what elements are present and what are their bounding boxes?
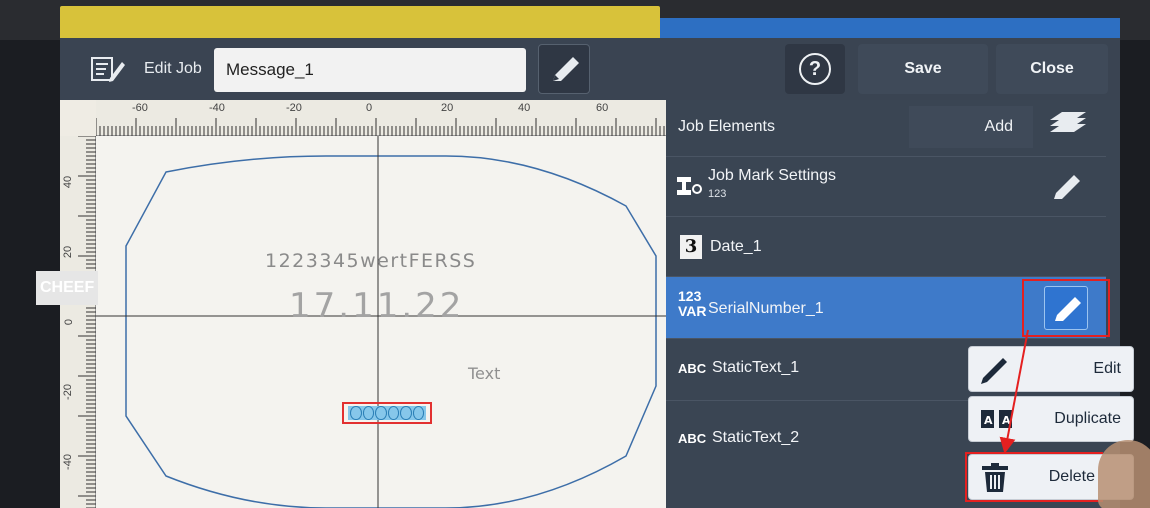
duplicate-icon: A A bbox=[979, 404, 1012, 436]
ruler-tick-label: -20 bbox=[286, 102, 302, 114]
svg-text:A: A bbox=[1002, 414, 1011, 427]
ruler-tick-label: 40 bbox=[518, 102, 531, 114]
badge-top: 123 bbox=[678, 288, 702, 304]
ruler-tick-label: 40 bbox=[62, 175, 75, 189]
add-element-button[interactable]: Add bbox=[909, 106, 1033, 148]
user-finger bbox=[1098, 440, 1150, 508]
help-icon: ? bbox=[799, 53, 831, 85]
ruler-tick-label: -40 bbox=[209, 102, 225, 114]
date-type-badge: 3 bbox=[680, 235, 702, 259]
screen: Edit Job Message_1 ? Save Close -60 -40 … bbox=[60, 38, 1120, 508]
device-yellow-strip bbox=[60, 6, 660, 40]
list-item-label: StaticText_1 bbox=[712, 359, 800, 376]
save-button[interactable]: Save bbox=[858, 44, 988, 94]
list-item-label: SerialNumber_1 bbox=[708, 300, 824, 317]
job-canvas: -60 -40 -20 0 20 40 60 40 20 0 -20 -40 1… bbox=[60, 100, 666, 508]
canvas-text-field[interactable]: 1223345wertFERSS bbox=[265, 250, 476, 272]
context-duplicate-label: Duplicate bbox=[1054, 410, 1121, 427]
header-bar: Edit Job Message_1 ? Save Close bbox=[60, 38, 1120, 100]
ruler-tick-label: -60 bbox=[132, 102, 148, 114]
ruler-tick-label: 20 bbox=[62, 245, 75, 259]
list-item-label: Job Mark Settings bbox=[708, 167, 837, 184]
ruler-tick-label: 0 bbox=[63, 318, 76, 326]
edit-element-button[interactable] bbox=[1044, 165, 1088, 209]
panel-header: Job Elements Add bbox=[666, 100, 1120, 156]
ruler-vertical: 40 20 0 -20 -40 bbox=[60, 136, 96, 508]
edit-job-icon bbox=[90, 54, 126, 84]
pencil-icon bbox=[1044, 175, 1088, 213]
layers-button[interactable] bbox=[1040, 106, 1096, 148]
rename-job-button[interactable] bbox=[538, 44, 590, 94]
context-edit-button[interactable]: Edit bbox=[968, 346, 1134, 392]
job-name-input[interactable]: Message_1 bbox=[214, 48, 526, 92]
serial-type-badge: 123 VAR bbox=[678, 289, 707, 319]
print-area[interactable]: 1223345wertFERSS 17.11.22 Text bbox=[96, 136, 666, 508]
list-item-date[interactable]: 3 Date_1 bbox=[666, 216, 1106, 276]
canvas-serial-field[interactable] bbox=[342, 402, 432, 424]
list-item-label: Date_1 bbox=[710, 238, 762, 255]
ruler-horizontal: -60 -40 -20 0 20 40 60 bbox=[96, 100, 666, 136]
list-item-label: StaticText_2 bbox=[712, 429, 800, 446]
panel-title: Job Elements bbox=[678, 118, 775, 135]
text-type-badge: ABC bbox=[678, 361, 707, 376]
context-duplicate-button[interactable]: A A Duplicate bbox=[968, 396, 1134, 442]
ruler-tick-label: -20 bbox=[61, 384, 74, 400]
ruler-tick-label: -40 bbox=[61, 454, 74, 470]
close-button[interactable]: Close bbox=[996, 44, 1108, 94]
list-item-job-mark-settings[interactable]: Job Mark Settings 123 bbox=[666, 156, 1106, 216]
help-button[interactable]: ? bbox=[785, 44, 845, 94]
ruler-tick-label: 60 bbox=[596, 102, 609, 114]
list-item-sublabel: 123 bbox=[708, 188, 727, 200]
device-blue-strip bbox=[660, 18, 1120, 40]
pencil-icon bbox=[979, 354, 1011, 386]
context-delete-label: Delete bbox=[1048, 468, 1095, 485]
context-edit-label: Edit bbox=[1093, 360, 1121, 377]
pencil-icon bbox=[539, 57, 591, 99]
highlight-edit-button bbox=[1022, 279, 1110, 337]
text-type-badge: ABC bbox=[678, 431, 707, 446]
layers-icon bbox=[1040, 112, 1096, 152]
badge-bottom: VAR bbox=[678, 303, 707, 319]
ruler-tick-label: 0 bbox=[366, 102, 373, 114]
svg-text:A: A bbox=[984, 414, 993, 427]
canvas-date-field[interactable]: 17.11.22 bbox=[289, 286, 464, 326]
trash-icon bbox=[979, 462, 1011, 494]
canvas-static-text[interactable]: Text bbox=[468, 364, 500, 383]
watermark-badge: CHEEF bbox=[36, 271, 98, 305]
edit-job-label: Edit Job bbox=[144, 60, 202, 77]
job-mark-icon bbox=[676, 175, 704, 204]
serial-digits bbox=[348, 406, 426, 420]
ruler-tick-label: 20 bbox=[441, 102, 454, 114]
